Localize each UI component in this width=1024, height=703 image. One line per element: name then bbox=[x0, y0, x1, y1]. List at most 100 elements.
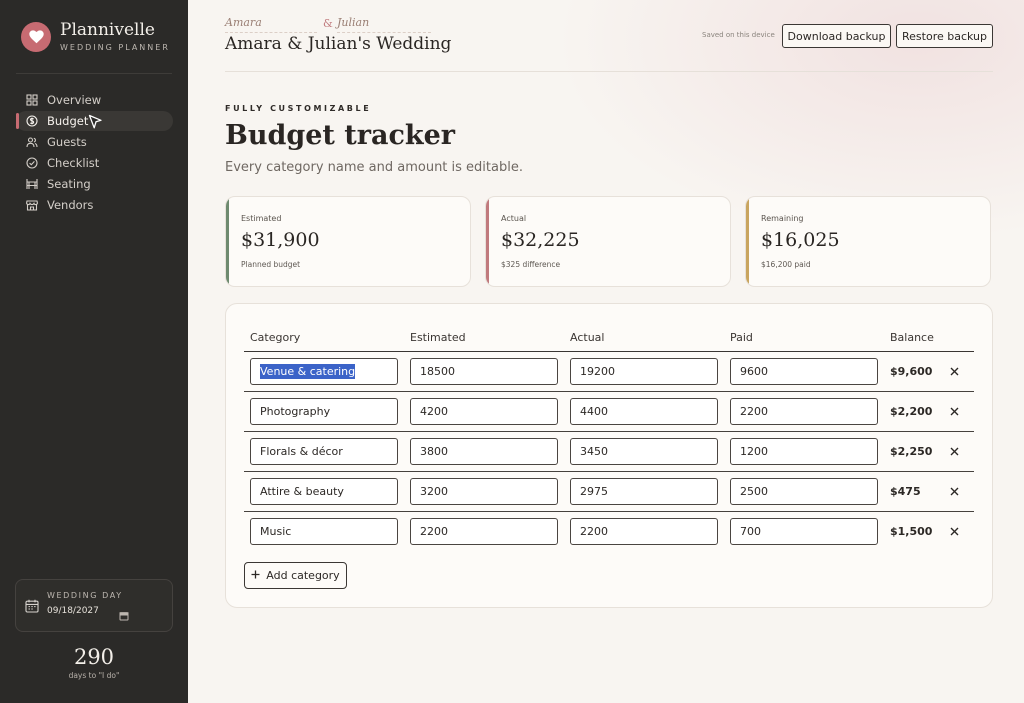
people-icon bbox=[26, 136, 38, 148]
balance-value: $2,250 bbox=[890, 445, 933, 458]
header-divider bbox=[225, 71, 993, 72]
category-input[interactable]: Venue & catering bbox=[250, 358, 398, 385]
sidebar-item-checklist[interactable]: Checklist bbox=[16, 153, 173, 173]
estimated-input[interactable]: 2200 bbox=[410, 518, 558, 545]
sidebar-divider bbox=[16, 73, 172, 74]
countdown: 290 days to "I do" bbox=[0, 645, 188, 680]
selected-text: Venue & catering bbox=[260, 364, 356, 379]
sidebar-item-label: Checklist bbox=[47, 156, 100, 170]
estimated-input[interactable]: 18500 bbox=[410, 358, 558, 385]
grid-icon bbox=[26, 94, 38, 106]
balance-value: $1,500 bbox=[890, 525, 933, 538]
calendar-icon bbox=[25, 598, 39, 617]
table-icon bbox=[26, 178, 38, 190]
estimated-input[interactable]: 3200 bbox=[410, 478, 558, 505]
column-header-balance: Balance bbox=[890, 331, 934, 344]
add-category-button[interactable]: Add category bbox=[244, 562, 347, 589]
category-input[interactable]: Photography bbox=[250, 398, 398, 425]
date-picker-icon[interactable] bbox=[119, 606, 129, 625]
paid-input[interactable]: 1200 bbox=[730, 438, 878, 465]
balance-value: $475 bbox=[890, 485, 921, 498]
wedding-day-label: WEDDING DAY bbox=[47, 591, 123, 600]
partner-b-input[interactable]: Julian bbox=[337, 16, 431, 33]
countdown-days: 290 bbox=[73, 645, 115, 669]
estimated-input[interactable]: 4200 bbox=[410, 398, 558, 425]
page-subtitle: Every category name and amount is editab… bbox=[225, 160, 523, 175]
actual-card: Actual $32,225 $325 difference bbox=[485, 196, 731, 287]
heart-icon bbox=[21, 21, 51, 52]
sidebar-nav: Overview Budget Guests Checklist Seating bbox=[16, 90, 173, 216]
stat-value: $31,900 bbox=[241, 229, 320, 251]
sidebar-item-label: Vendors bbox=[47, 198, 94, 212]
budget-table: Category Estimated Actual Paid Balance V… bbox=[225, 303, 993, 608]
dollar-icon bbox=[26, 115, 38, 127]
table-row: Photography 4200 4400 2200 $2,200 bbox=[244, 392, 974, 432]
sidebar-item-seating[interactable]: Seating bbox=[16, 174, 173, 194]
stat-note: $325 difference bbox=[501, 260, 561, 269]
remove-row-icon[interactable] bbox=[948, 485, 960, 497]
page-title: Budget tracker bbox=[225, 120, 456, 151]
paid-input[interactable]: 2200 bbox=[730, 398, 878, 425]
estimated-card: Estimated $31,900 Planned budget bbox=[225, 196, 471, 287]
column-header-category: Category bbox=[250, 331, 301, 344]
page-eyebrow: FULLY CUSTOMIZABLE bbox=[225, 104, 372, 113]
partner-a-input[interactable]: Amara bbox=[225, 16, 317, 33]
wedding-day-card: WEDDING DAY 09/18/2027 bbox=[15, 579, 173, 632]
balance-value: $2,200 bbox=[890, 405, 933, 418]
saved-status: Saved on this device bbox=[702, 31, 775, 39]
sidebar-item-label: Overview bbox=[47, 93, 102, 107]
column-header-actual: Actual bbox=[570, 331, 605, 344]
column-header-paid: Paid bbox=[730, 331, 753, 344]
stat-note: $16,200 paid bbox=[761, 260, 811, 269]
ampersand: & bbox=[323, 17, 333, 30]
accent-bar bbox=[746, 197, 749, 286]
stat-value: $16,025 bbox=[761, 229, 840, 251]
sidebar-item-vendors[interactable]: Vendors bbox=[16, 195, 173, 215]
remove-row-icon[interactable] bbox=[948, 405, 960, 417]
remaining-card: Remaining $16,025 $16,200 paid bbox=[745, 196, 991, 287]
category-input[interactable]: Attire & beauty bbox=[250, 478, 398, 505]
sidebar-item-label: Seating bbox=[47, 177, 91, 191]
column-header-estimated: Estimated bbox=[410, 331, 466, 344]
accent-bar bbox=[486, 197, 489, 286]
remove-row-icon[interactable] bbox=[948, 365, 960, 377]
stat-note: Planned budget bbox=[241, 260, 301, 269]
stat-label: Remaining bbox=[761, 214, 804, 223]
check-circle-icon bbox=[26, 157, 38, 169]
countdown-caption: days to "I do" bbox=[68, 671, 120, 680]
mouse-cursor-icon bbox=[88, 114, 103, 135]
sidebar-item-label: Budget bbox=[47, 114, 89, 128]
paid-input[interactable]: 2500 bbox=[730, 478, 878, 505]
actual-input[interactable]: 4400 bbox=[570, 398, 718, 425]
category-input[interactable]: Florals & décor bbox=[250, 438, 398, 465]
table-row: Florals & décor 3800 3450 1200 $2,250 bbox=[244, 432, 974, 472]
wedding-title: Amara & Julian's Wedding bbox=[225, 34, 452, 54]
add-category-label: Add category bbox=[266, 569, 340, 582]
accent-bar bbox=[226, 197, 229, 286]
sidebar: Plannivelle WEDDING PLANNER Overview Bud… bbox=[0, 0, 188, 703]
wedding-date-input[interactable]: 09/18/2027 bbox=[47, 606, 99, 616]
download-backup-button[interactable]: Download backup bbox=[782, 24, 891, 48]
balance-value: $9,600 bbox=[890, 365, 933, 378]
paid-input[interactable]: 700 bbox=[730, 518, 878, 545]
main-content: Amara & Julian Amara & Julian's Wedding … bbox=[188, 0, 1024, 703]
plus-icon bbox=[251, 570, 260, 581]
brand-name: Plannivelle bbox=[60, 20, 155, 40]
category-input[interactable]: Music bbox=[250, 518, 398, 545]
brand[interactable]: Plannivelle WEDDING PLANNER bbox=[21, 21, 170, 52]
stat-label: Actual bbox=[501, 214, 527, 223]
store-icon bbox=[26, 199, 38, 211]
actual-input[interactable]: 19200 bbox=[570, 358, 718, 385]
restore-backup-button[interactable]: Restore backup bbox=[896, 24, 993, 48]
table-row: Attire & beauty 3200 2975 2500 $475 bbox=[244, 472, 974, 512]
remove-row-icon[interactable] bbox=[948, 525, 960, 537]
paid-input[interactable]: 9600 bbox=[730, 358, 878, 385]
sidebar-item-overview[interactable]: Overview bbox=[16, 90, 173, 110]
stat-label: Estimated bbox=[241, 214, 282, 223]
remove-row-icon[interactable] bbox=[948, 445, 960, 457]
sidebar-item-guests[interactable]: Guests bbox=[16, 132, 173, 152]
actual-input[interactable]: 2200 bbox=[570, 518, 718, 545]
actual-input[interactable]: 2975 bbox=[570, 478, 718, 505]
estimated-input[interactable]: 3800 bbox=[410, 438, 558, 465]
actual-input[interactable]: 3450 bbox=[570, 438, 718, 465]
